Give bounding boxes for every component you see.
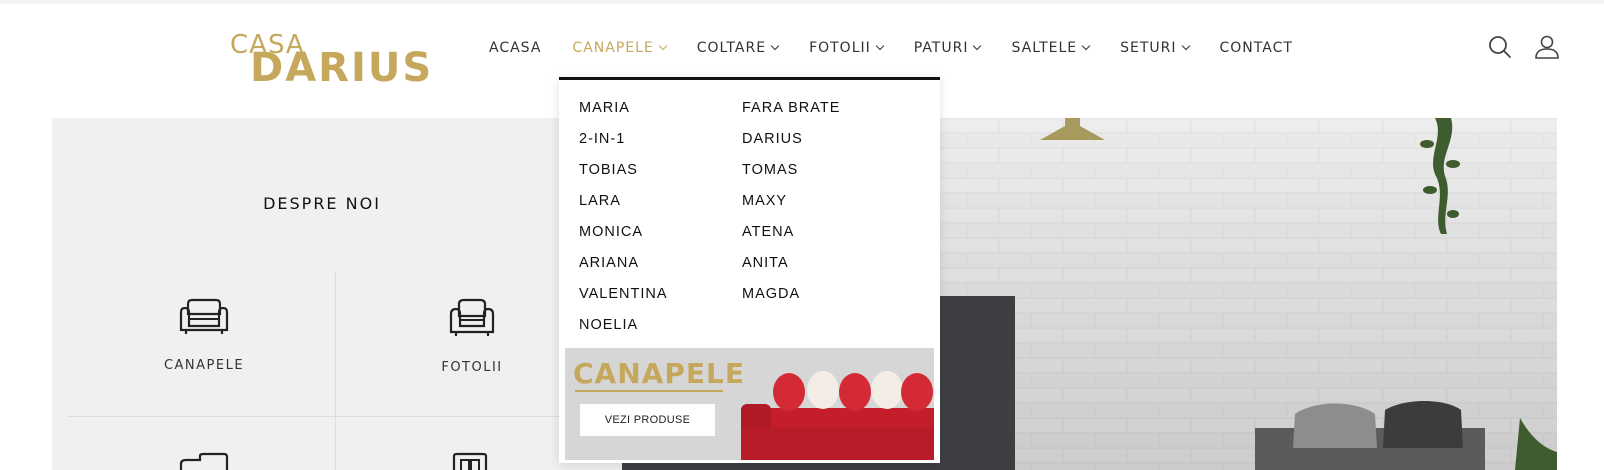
logo-darius: DARIUS (250, 45, 434, 91)
dropdown-item[interactable]: MAXY (742, 191, 840, 222)
nav-label: SALTELE (1011, 40, 1078, 56)
nav-label: CONTACT (1219, 40, 1293, 56)
logo[interactable]: CASA DARIUS (230, 30, 434, 91)
dropdown-item[interactable]: ANITA (742, 253, 840, 284)
user-icon[interactable] (1534, 34, 1560, 60)
search-icon[interactable] (1487, 34, 1513, 60)
chevron-down-icon (658, 41, 668, 51)
dropdown-item[interactable]: LARA (579, 191, 668, 222)
category-canapele[interactable]: CANAPELE (84, 298, 324, 373)
nav-item-seturi[interactable]: SETURI (1120, 40, 1190, 56)
view-products-button[interactable]: VEZI PRODUSE (580, 404, 715, 436)
dropdown-item[interactable]: TOMAS (742, 160, 840, 191)
about-title: DESPRE NOI (263, 194, 381, 213)
category-label: CANAPELE (163, 358, 245, 373)
nav-label: SETURI (1120, 40, 1177, 56)
dropdown-item[interactable]: VALENTINA (579, 284, 668, 315)
canapele-dropdown: MARIA 2-IN-1 TOBIAS LARA MONICA ARIANA V… (559, 77, 940, 463)
nav-item-saltele[interactable]: SALTELE (1011, 40, 1091, 56)
dropdown-item[interactable]: ATENA (742, 222, 840, 253)
dropdown-item[interactable]: MONICA (579, 222, 668, 253)
nav-label: ACASA (489, 40, 542, 56)
main-nav: ACASA CANAPELE COLTARE FOTOLII PATURI SA… (489, 40, 1293, 56)
dropdown-item[interactable]: TOBIAS (579, 160, 668, 191)
dropdown-item[interactable]: DARIUS (742, 129, 840, 160)
top-border (0, 0, 1604, 4)
dropdown-item[interactable]: 2-IN-1 (579, 129, 668, 160)
category-label: FOTOLII (441, 360, 503, 375)
sofa-icon (179, 298, 229, 334)
nav-item-fotolii[interactable]: FOTOLII (809, 40, 885, 56)
promo-underline (575, 390, 723, 392)
about-panel: DESPRE NOI CANAPELE FOTOLII (52, 118, 622, 470)
divider (335, 272, 336, 470)
red-sofa-image (741, 371, 934, 460)
nav-item-acasa[interactable]: ACASA (489, 40, 541, 56)
chevron-down-icon (770, 41, 780, 51)
nav-label: COLTARE (696, 40, 767, 56)
nav-label: CANAPELE (572, 40, 654, 56)
divider (68, 416, 622, 417)
dropdown-column-2: FARA BRATE DARIUS TOMAS MAXY ATENA ANITA… (742, 98, 840, 315)
category-fotolii[interactable]: FOTOLII (352, 298, 592, 375)
promo-banner[interactable]: CANAPELE VEZI PRODUSE (565, 348, 934, 460)
dropdown-item[interactable]: NOELIA (579, 315, 668, 346)
promo-title: CANAPELE (573, 357, 745, 390)
nav-label: FOTOLII (809, 40, 871, 56)
dropdown-item[interactable]: MAGDA (742, 284, 840, 315)
armchair-icon (449, 298, 495, 336)
nav-label: PATURI (913, 40, 969, 56)
chevron-down-icon (1081, 41, 1091, 51)
wardrobe-icon[interactable] (450, 452, 490, 470)
dropdown-column-1: MARIA 2-IN-1 TOBIAS LARA MONICA ARIANA V… (579, 98, 668, 346)
dropdown-item[interactable]: ARIANA (579, 253, 668, 284)
chevron-down-icon (1181, 41, 1190, 51)
dropdown-item[interactable]: FARA BRATE (742, 98, 840, 129)
chevron-down-icon (875, 41, 885, 51)
nav-item-contact[interactable]: CONTACT (1220, 40, 1293, 56)
nav-item-coltare[interactable]: COLTARE (696, 40, 780, 56)
chevron-down-icon (973, 41, 982, 51)
nav-item-paturi[interactable]: PATURI (913, 40, 982, 56)
bed-icon[interactable] (178, 452, 230, 470)
dropdown-item[interactable]: MARIA (579, 98, 668, 129)
nav-item-canapele[interactable]: CANAPELE (572, 40, 668, 56)
